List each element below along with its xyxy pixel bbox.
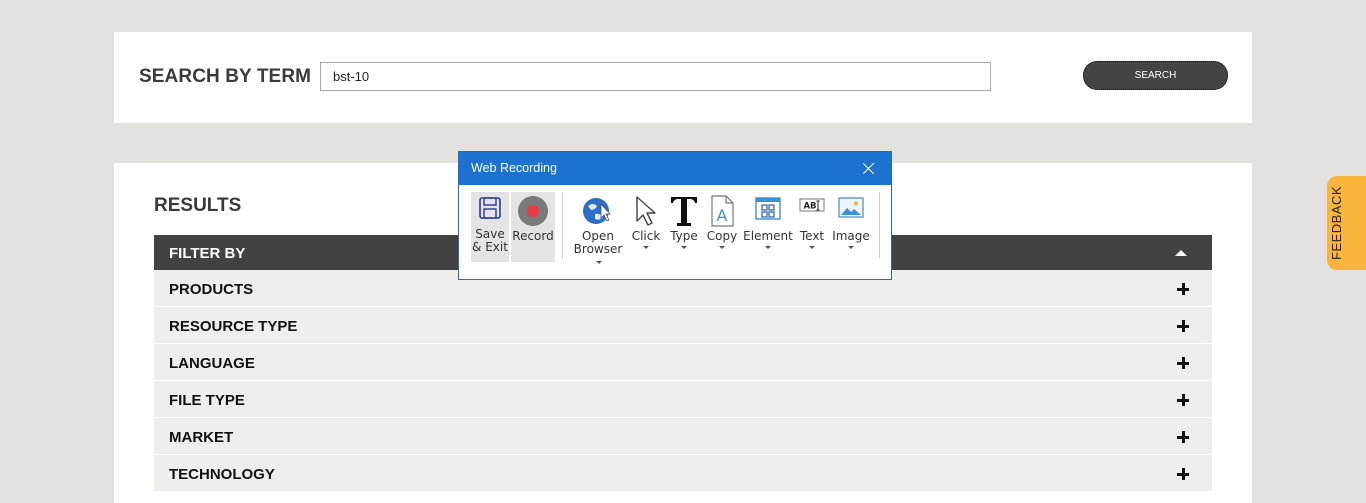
tool-label-2: Browser: [570, 243, 626, 269]
plus-icon[interactable]: [1177, 431, 1189, 443]
feedback-tab[interactable]: FEEDBACK: [1327, 176, 1366, 270]
copy-icon: A: [711, 195, 734, 227]
filter-item-label: PRODUCTS: [169, 281, 254, 298]
filter-item-label: TECHNOLOGY: [169, 466, 275, 483]
dialog-titlebar[interactable]: Web Recording: [459, 152, 891, 185]
tool-label: Copy: [706, 229, 738, 243]
results-title: RESULTS: [154, 195, 242, 216]
search-input[interactable]: [320, 62, 991, 91]
save-icon: [479, 197, 501, 219]
element-icon: [755, 197, 781, 220]
record-button[interactable]: Record: [511, 192, 555, 262]
filter-item-label: FILE TYPE: [169, 392, 245, 409]
toolbar-separator: [562, 192, 563, 258]
svg-text:AB: AB: [803, 202, 816, 212]
plus-icon[interactable]: [1177, 394, 1189, 406]
image-button[interactable]: Image: [831, 192, 871, 262]
filter-item-label: MARKET: [169, 429, 234, 446]
dropdown-caret-icon[interactable]: [765, 246, 771, 249]
feedback-label: FEEDBACK: [1329, 185, 1344, 261]
save-exit-button[interactable]: Save & Exit: [471, 192, 509, 262]
type-icon: [671, 197, 697, 226]
text-icon: AB: [799, 198, 825, 212]
text-button[interactable]: AB Text: [796, 192, 828, 262]
dropdown-caret-icon[interactable]: [848, 246, 854, 249]
search-button[interactable]: SEARCH: [1083, 61, 1228, 90]
dropdown-caret-icon[interactable]: [719, 246, 725, 249]
filter-item-language[interactable]: LANGUAGE: [154, 344, 1212, 381]
plus-icon[interactable]: [1177, 320, 1189, 332]
filter-item-market[interactable]: MARKET: [154, 418, 1212, 455]
svg-text:A: A: [717, 206, 728, 225]
image-icon: [838, 197, 864, 218]
plus-icon[interactable]: [1177, 468, 1189, 480]
filter-item-resource-type[interactable]: RESOURCE TYPE: [154, 307, 1212, 344]
filter-item-file-type[interactable]: FILE TYPE: [154, 381, 1212, 418]
tool-label: Record: [512, 229, 554, 243]
search-panel: SEARCH BY TERM SEARCH: [114, 32, 1252, 123]
dropdown-caret-icon[interactable]: [643, 246, 649, 249]
record-icon: [518, 196, 548, 226]
globe-cursor-icon: [583, 198, 611, 224]
tool-label: Text: [799, 229, 825, 243]
dialog-title: Web Recording: [471, 161, 557, 175]
cursor-icon: [636, 196, 656, 226]
filter-list: PRODUCTS RESOURCE TYPE LANGUAGE FILE TYP…: [154, 270, 1212, 492]
close-icon[interactable]: [863, 162, 875, 174]
tool-label: Element: [743, 229, 793, 243]
web-recording-dialog: Web Recording Save & Exit Record Open Br…: [458, 151, 892, 280]
tool-label-2: & Exit: [472, 240, 508, 254]
toolbar-separator: [879, 192, 880, 258]
recording-toolbar: Save & Exit Record Open Browser Click Ty…: [459, 185, 891, 279]
tool-label: Type: [670, 229, 698, 243]
caret-up-icon[interactable]: [1175, 250, 1187, 256]
open-browser-button[interactable]: Open Browser: [570, 192, 626, 264]
type-button[interactable]: Type: [666, 192, 702, 262]
search-title: SEARCH BY TERM: [139, 66, 312, 87]
copy-button[interactable]: A Copy: [704, 192, 740, 262]
click-button[interactable]: Click: [629, 192, 663, 262]
plus-icon[interactable]: [1177, 283, 1189, 295]
filter-item-label: LANGUAGE: [169, 355, 255, 372]
dropdown-caret-icon[interactable]: [809, 246, 815, 249]
filter-by-label: FILTER BY: [169, 245, 246, 262]
tool-label: Click: [631, 229, 661, 243]
plus-icon[interactable]: [1177, 357, 1189, 369]
filter-item-label: RESOURCE TYPE: [169, 318, 298, 335]
filter-item-technology[interactable]: TECHNOLOGY: [154, 455, 1212, 492]
element-button[interactable]: Element: [743, 192, 793, 262]
dropdown-caret-icon[interactable]: [681, 246, 687, 249]
tool-label: Image: [832, 229, 870, 243]
